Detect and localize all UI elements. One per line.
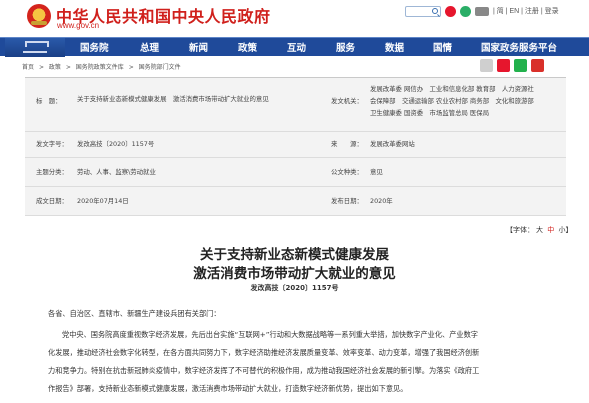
share-bar [480,59,544,72]
date-label: 成文日期： [36,197,68,205]
breadcrumb-home[interactable]: 首页 [22,64,34,71]
title-label: 标 题： [36,97,62,105]
pubdate-value: 2020年 [370,197,393,205]
issuer-line-3: 卫生健康委 国资委 市场监管总局 医保局 [370,109,490,117]
nav-item-service-platform[interactable]: 国家政务服务平台 [481,40,557,54]
nav-item-interaction[interactable]: 互动 [287,40,306,54]
nav-item-data[interactable]: 数据 [385,40,404,54]
docno-label: 发文字号： [36,140,68,148]
font-size-small[interactable]: 小】 [558,226,572,234]
nav-item-services[interactable]: 服务 [336,40,355,54]
national-emblem-icon[interactable] [27,4,51,28]
tiananmen-icon [23,41,49,53]
weibo-icon[interactable] [445,5,456,17]
breadcrumb-policy[interactable]: 政策 [49,64,61,71]
site-url: www.gov.cn [57,21,100,30]
article-doc-number: 发改高技〔2020〕1157号 [250,284,339,292]
document-info-table: 标 题： 关于支持新业态新模式健康发展 激活消费市场带动扩大就业的意见 发文机关… [25,77,566,216]
article-title-line-2: 激活消费市场带动扩大就业的意见 [193,266,396,282]
article-paragraph-line: 作报告》部署，支持新业态新模式健康发展，激活消费市场带动扩大就业，打造数字经济新… [48,384,408,393]
article-paragraph-line: 力和竞争力。特别在抗击新冠肺炎疫情中，数字经济发挥了不可替代的积极作用，成为推动… [48,366,480,375]
font-size-large[interactable]: 大 [536,226,543,234]
category-label: 主题分类： [36,168,68,176]
nav-item-premier[interactable]: 总理 [140,40,159,54]
site-header: 中华人民共和国中央人民政府 www.gov.cn | 简 | EN | 注册 |… [0,0,589,36]
info-row-category: 主题分类： 劳动、人事、监察\劳动就业 公文种类： 意见 [25,158,566,187]
share-weibo-icon[interactable] [497,59,510,72]
issuer-label: 发文机关： [331,97,363,105]
breadcrumb-policy-library[interactable]: 国务院政策文件库 [76,64,124,71]
font-size-label: 【字体： [506,226,534,234]
nav-item-state-council[interactable]: 国务院 [80,40,109,54]
title-value: 关于支持新业态新模式健康发展 激活消费市场带动扩大就业的意见 [77,95,269,103]
article-paragraph-line: 化发展，推动经济社会数字化转型，在各方面共同努力下，数字经济助推经济发展质量变革… [48,348,480,357]
docno-value: 发改高技〔2020〕1157号 [77,140,155,148]
breadcrumb-separator: > [128,64,134,71]
breadcrumb-separator: > [38,64,44,71]
nav-item-national-info[interactable]: 国情 [433,40,452,54]
language-links[interactable]: | 简 | EN | 注册 | 登录 [493,6,559,16]
doctype-label: 公文种类： [331,168,363,176]
date-value: 2020年07月14日 [77,197,129,205]
source-label: 来 源： [331,140,363,148]
header-tools: | 简 | EN | 注册 | 登录 [405,4,559,18]
search-icon[interactable] [432,8,438,14]
nav-item-policy[interactable]: 政策 [238,40,257,54]
pubdate-label: 发布日期： [331,197,363,205]
info-row-date: 成文日期： 2020年07月14日 发布日期： 2020年 [25,187,566,216]
nav-home[interactable] [5,38,65,57]
font-size-control: 【字体：大 中 小】 [505,225,573,235]
info-row-title: 标 题： 关于支持新业态新模式健康发展 激活消费市场带动扩大就业的意见 发文机关… [25,78,566,132]
share-qzone-icon[interactable] [531,59,544,72]
issuer-line-1: 发展改革委 网信办 工业和信息化部 教育部 人力资源社 [370,85,534,93]
doctype-value: 意见 [370,168,383,176]
article-paragraph-line: 党中央、国务院高度重视数字经济发展，先后出台实施“互联网+”行动和大数据战略等一… [62,330,478,339]
breadcrumb-separator: > [65,64,71,71]
info-row-docno: 发文字号： 发改高技〔2020〕1157号 来 源： 发展改革委网站 [25,132,566,158]
article-title-line-1: 关于支持新业态新模式健康发展 [200,247,389,263]
nav-item-news[interactable]: 新闻 [189,40,208,54]
wechat-icon[interactable] [460,5,471,17]
breadcrumb: 首页 > 政策 > 国务院政策文件库 > 国务院部门文件 [22,62,184,71]
font-size-medium[interactable]: 中 [547,226,554,234]
rss-icon[interactable] [475,6,489,16]
source-value: 发展改革委网站 [370,140,415,148]
breadcrumb-department-docs[interactable]: 国务院部门文件 [139,64,181,71]
main-nav: 国务院 总理 新闻 政策 互动 服务 数据 国情 国家政务服务平台 [0,37,589,57]
article-salutation: 各省、自治区、直辖市、新疆生产建设兵团有关部门： [48,309,221,318]
search-input[interactable] [405,5,441,17]
share-wechat-icon[interactable] [514,59,527,72]
print-icon[interactable] [480,59,493,72]
category-value: 劳动、人事、监察\劳动就业 [77,168,156,176]
issuer-line-2: 会保障部 交通运输部 农业农村部 商务部 文化和旅游部 [370,97,534,105]
